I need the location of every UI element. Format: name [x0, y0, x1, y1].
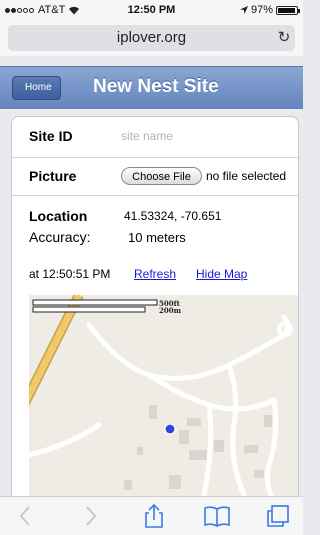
location-timestamp: at 12:50:51 PM [29, 267, 111, 281]
picture-label: Picture [29, 168, 77, 184]
picture-row: Picture Choose File no file selected [12, 157, 298, 196]
location-map[interactable]: 500ft 200m [29, 295, 298, 497]
page-title: New Nest Site [93, 76, 219, 97]
tabs-icon[interactable] [263, 503, 293, 529]
share-icon[interactable] [139, 503, 169, 529]
choose-file-button[interactable]: Choose File [121, 167, 202, 185]
home-back-button[interactable]: Home [12, 76, 61, 100]
site-id-input[interactable]: site name [121, 129, 173, 143]
site-id-row: Site ID site name [12, 117, 298, 158]
battery-status: 97% [239, 4, 300, 16]
map-canvas: 500ft 200m [29, 295, 293, 497]
scale-bottom-label: 200m [159, 306, 182, 315]
location-label: Location [29, 208, 88, 224]
back-arrow-icon[interactable] [10, 503, 40, 529]
forward-arrow-icon[interactable] [76, 503, 106, 529]
file-status-text: no file selected [206, 169, 287, 183]
status-bar: AT&T 12:50 PM 97% [0, 0, 303, 22]
navigation-bar: Home New Nest Site [0, 66, 303, 109]
battery-percent: 97% [250, 4, 273, 16]
browser-url-bar: iplover.org ↻ [0, 22, 303, 56]
hide-map-link[interactable]: Hide Map [196, 267, 247, 281]
bookmarks-icon[interactable] [202, 503, 232, 529]
site-id-label: Site ID [29, 128, 73, 144]
accuracy-label: Accuracy: [29, 229, 91, 245]
location-marker [164, 423, 176, 435]
battery-icon [276, 5, 300, 15]
browser-toolbar [0, 496, 303, 535]
refresh-link[interactable]: Refresh [134, 267, 176, 281]
reload-icon[interactable]: ↻ [275, 25, 293, 51]
nest-site-form: Site ID site name Picture Choose File no… [11, 116, 299, 498]
location-value: 41.53324, -70.651 [124, 209, 222, 223]
accuracy-value: 10 meters [128, 230, 186, 245]
location-arrow-icon [239, 6, 248, 14]
address-field[interactable]: iplover.org [8, 25, 295, 51]
